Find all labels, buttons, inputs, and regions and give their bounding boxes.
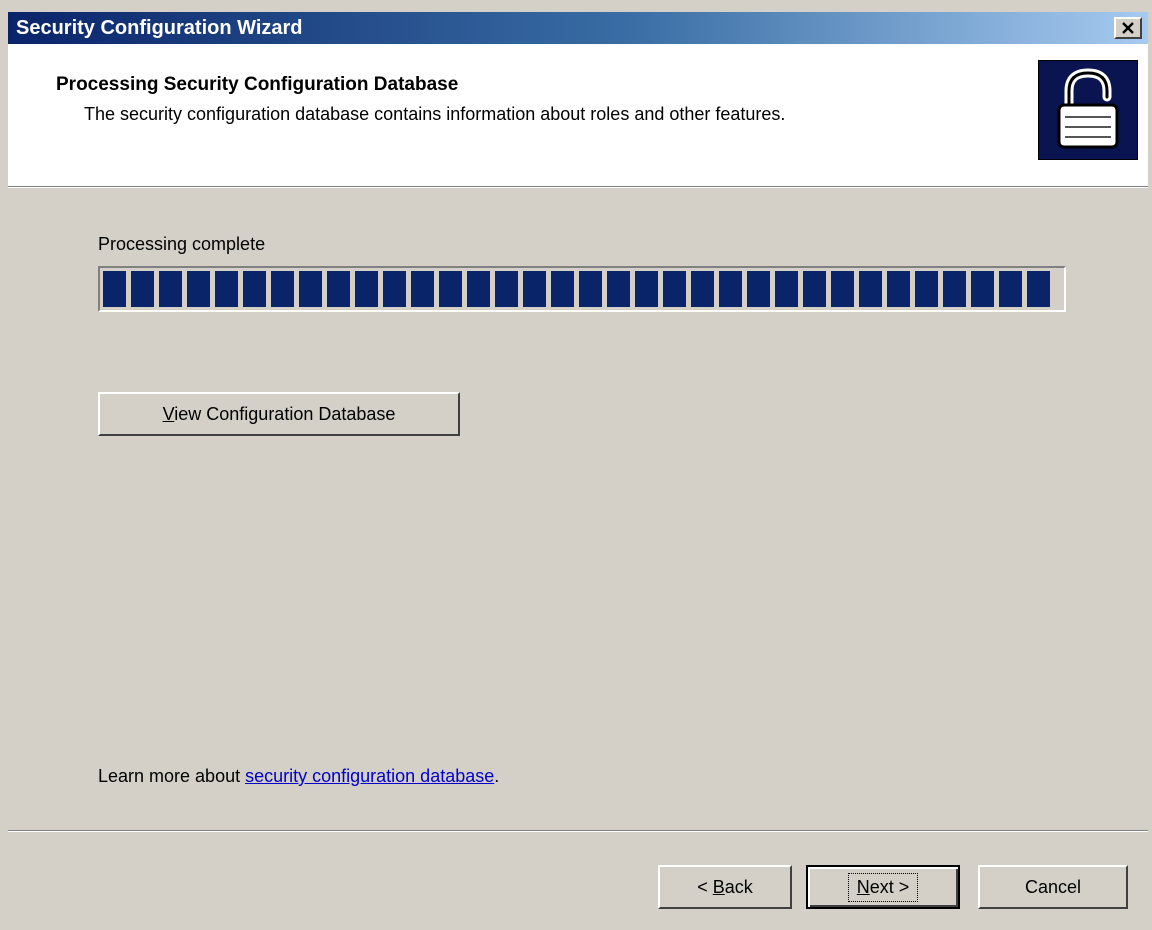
close-icon bbox=[1122, 22, 1134, 34]
cancel-button[interactable]: Cancel bbox=[978, 865, 1128, 909]
padlock-icon bbox=[1038, 60, 1138, 160]
progress-chunk bbox=[1027, 271, 1050, 307]
page-description: The security configuration database cont… bbox=[84, 104, 786, 124]
progress-chunk bbox=[187, 271, 210, 307]
progress-chunk bbox=[523, 271, 546, 307]
progress-chunk bbox=[299, 271, 322, 307]
close-button[interactable] bbox=[1114, 17, 1142, 39]
progress-chunk bbox=[719, 271, 742, 307]
progress-chunk bbox=[495, 271, 518, 307]
progress-chunk bbox=[943, 271, 966, 307]
progress-chunk bbox=[971, 271, 994, 307]
back-button[interactable]: < Back bbox=[658, 865, 792, 909]
progress-chunk bbox=[159, 271, 182, 307]
next-button-label: Next > bbox=[847, 872, 919, 902]
progress-chunk bbox=[439, 271, 462, 307]
progress-chunk bbox=[551, 271, 574, 307]
learn-more-text: Learn more about security configuration … bbox=[98, 766, 499, 787]
wizard-header: Processing Security Configuration Databa… bbox=[8, 44, 1148, 186]
progress-chunk bbox=[271, 271, 294, 307]
progress-chunk bbox=[411, 271, 434, 307]
progress-chunk bbox=[887, 271, 910, 307]
progress-chunk bbox=[691, 271, 714, 307]
progress-chunk bbox=[131, 271, 154, 307]
back-button-label: < Back bbox=[697, 876, 753, 897]
status-label: Processing complete bbox=[98, 234, 266, 254]
title-bar[interactable]: Security Configuration Wizard bbox=[8, 12, 1148, 44]
cancel-button-label: Cancel bbox=[1024, 876, 1082, 897]
progress-chunk bbox=[243, 271, 266, 307]
progress-chunk bbox=[383, 271, 406, 307]
progress-chunk bbox=[831, 271, 854, 307]
learn-more-link[interactable]: security configuration database bbox=[245, 766, 494, 786]
progress-chunk bbox=[467, 271, 490, 307]
view-button-label: View Configuration Database bbox=[162, 403, 396, 424]
progress-chunk bbox=[355, 271, 378, 307]
learn-more-suffix: . bbox=[494, 766, 500, 786]
progress-chunk bbox=[215, 271, 238, 307]
next-button[interactable]: Next > bbox=[806, 865, 960, 909]
header-separator bbox=[8, 186, 1148, 188]
progress-chunk bbox=[607, 271, 630, 307]
view-configuration-database-button[interactable]: View Configuration Database bbox=[98, 392, 460, 436]
progress-chunk bbox=[859, 271, 882, 307]
learn-more-prefix: Learn more about bbox=[98, 766, 246, 786]
progress-chunk bbox=[999, 271, 1022, 307]
progress-chunk bbox=[775, 271, 798, 307]
footer-separator bbox=[8, 830, 1148, 832]
progress-chunk bbox=[747, 271, 770, 307]
window-title: Security Configuration Wizard bbox=[16, 17, 303, 39]
progress-chunk bbox=[327, 271, 350, 307]
progress-chunk bbox=[635, 271, 658, 307]
progress-chunk bbox=[103, 271, 126, 307]
progress-chunk bbox=[579, 271, 602, 307]
progress-fill bbox=[103, 271, 1050, 307]
page-title: Processing Security Configuration Databa… bbox=[56, 74, 459, 95]
progress-chunk bbox=[915, 271, 938, 307]
progress-bar bbox=[98, 266, 1066, 312]
wizard-window: Security Configuration Wizard Processing… bbox=[0, 0, 1152, 930]
progress-chunk bbox=[803, 271, 826, 307]
progress-chunk bbox=[663, 271, 686, 307]
